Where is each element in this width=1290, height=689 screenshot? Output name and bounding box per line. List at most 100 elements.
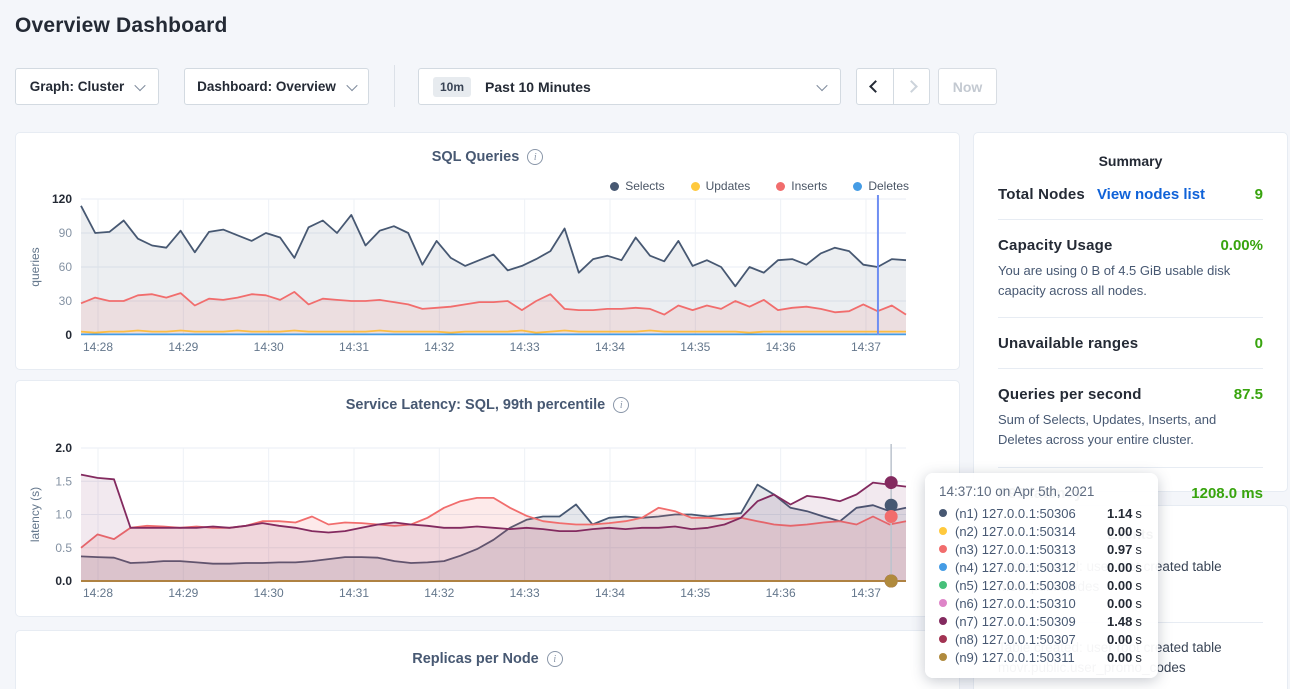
tooltip-node-unit: s [1135, 560, 1142, 575]
tooltip-node-label: (n8) 127.0.0.1:50307 [955, 632, 1107, 647]
dashboard-dropdown-label: Dashboard: Overview [197, 79, 336, 94]
now-button[interactable]: Now [938, 68, 997, 105]
y-tick-label: 0.5 [55, 541, 72, 555]
crosshair-dot [885, 575, 898, 588]
summary-label: Capacity Usage [998, 237, 1113, 254]
summary-label: Queries per second [998, 386, 1142, 403]
summary-desc: You are using 0 B of 4.5 GiB usable disk… [998, 261, 1263, 301]
tooltip-node-unit: s [1135, 614, 1142, 629]
y-tick-label: 1.0 [55, 508, 72, 522]
tooltip-node-label: (n1) 127.0.0.1:50306 [955, 506, 1107, 521]
x-tick-label: 14:31 [339, 586, 369, 600]
crosshair-dot [885, 476, 898, 489]
tooltip-node-label: (n9) 127.0.0.1:50311 [955, 650, 1107, 665]
series-color-dot [939, 653, 947, 661]
summary-panel: Summary Total Nodes View nodes list 9 Ca… [973, 132, 1288, 492]
summary-value: 87.5 [1234, 386, 1263, 403]
time-range-selector[interactable]: 10m Past 10 Minutes [418, 68, 841, 105]
summary-value: 0.00% [1220, 237, 1263, 254]
summary-row-queries-per-second: Queries per second 87.5 Sum of Selects, … [998, 369, 1263, 467]
legend-item-selects[interactable]: Selects [610, 179, 664, 193]
y-axis-label: queries [28, 247, 42, 286]
graph-dropdown[interactable]: Graph: Cluster [15, 68, 159, 105]
x-tick-label: 14:36 [766, 340, 796, 354]
tooltip-node-unit: s [1135, 506, 1142, 521]
y-tick-label: 90 [59, 226, 73, 240]
time-nav-group [856, 68, 930, 105]
x-tick-label: 14:37 [851, 340, 881, 354]
tooltip-node-value: 1.48 [1107, 614, 1132, 629]
legend-item-deletes[interactable]: Deletes [853, 179, 909, 193]
chart-title-sql-queries: SQL Queries [432, 149, 520, 165]
x-tick-label: 14:32 [424, 340, 454, 354]
x-tick-label: 14:33 [510, 586, 540, 600]
tooltip-node-label: (n2) 127.0.0.1:50314 [955, 524, 1107, 539]
legend-dot [853, 182, 862, 191]
tooltip-node-row: (n2) 127.0.0.1:503140.00s [939, 522, 1144, 540]
service-latency-panel: 0.00.51.01.52.014:2814:2914:3014:3114:32… [15, 380, 960, 617]
y-tick-label: 2.0 [55, 441, 72, 455]
chart-hover-tooltip: 14:37:10 on Apr 5th, 2021 (n1) 127.0.0.1… [925, 473, 1158, 678]
tooltip-node-row: (n5) 127.0.0.1:503080.00s [939, 576, 1144, 594]
tooltip-node-unit: s [1135, 542, 1142, 557]
tooltip-node-row: (n8) 127.0.0.1:503070.00s [939, 630, 1144, 648]
info-icon[interactable]: i [613, 397, 629, 413]
legend-dot [610, 182, 619, 191]
chevron-right-icon [905, 80, 918, 93]
legend-label: Deletes [868, 179, 909, 193]
time-prev-button[interactable] [857, 69, 893, 104]
time-next-button[interactable] [893, 69, 929, 104]
chart-title-service-latency: Service Latency: SQL, 99th percentile [346, 397, 606, 413]
tooltip-node-row: (n6) 127.0.0.1:503100.00s [939, 594, 1144, 612]
page-title: Overview Dashboard [15, 14, 228, 38]
x-tick-label: 14:34 [595, 340, 625, 354]
x-tick-label: 14:31 [339, 340, 369, 354]
info-icon[interactable]: i [527, 149, 543, 165]
controls-divider [394, 65, 395, 107]
summary-desc: Sum of Selects, Updates, Inserts, and De… [998, 410, 1263, 450]
tooltip-node-value: 0.00 [1107, 578, 1132, 593]
x-tick-label: 14:33 [510, 340, 540, 354]
tooltip-node-value: 1.14 [1107, 506, 1132, 521]
view-nodes-list-link[interactable]: View nodes list [1097, 186, 1205, 203]
legend-label: Selects [625, 179, 664, 193]
chevron-down-icon [346, 79, 357, 90]
summary-label: Total Nodes [998, 186, 1085, 203]
tooltip-node-row: (n7) 127.0.0.1:503091.48s [939, 612, 1144, 630]
series-color-dot [939, 545, 947, 553]
y-tick-label: 60 [59, 260, 73, 274]
tooltip-node-label: (n7) 127.0.0.1:50309 [955, 614, 1107, 629]
y-tick-label: 0.0 [55, 574, 72, 588]
tooltip-node-unit: s [1135, 632, 1142, 647]
time-range-badge: 10m [433, 77, 471, 97]
crosshair-dot [885, 499, 898, 512]
dashboard-dropdown[interactable]: Dashboard: Overview [184, 68, 369, 105]
summary-row-capacity-usage: Capacity Usage 0.00% You are using 0 B o… [998, 220, 1263, 318]
x-tick-label: 14:28 [83, 340, 113, 354]
legend-item-updates[interactable]: Updates [691, 179, 751, 193]
sql-queries-chart[interactable]: 030609012014:2814:2914:3014:3114:3214:33… [16, 133, 959, 369]
summary-row-unavailable-ranges: Unavailable ranges 0 [998, 318, 1263, 369]
summary-title: Summary [974, 133, 1287, 169]
tooltip-node-unit: s [1135, 650, 1142, 665]
x-tick-label: 14:30 [254, 586, 284, 600]
series-color-dot [939, 635, 947, 643]
summary-value: 0 [1255, 335, 1263, 352]
replicas-per-node-panel: Replicas per Node i [15, 630, 960, 689]
summary-row-total-nodes: Total Nodes View nodes list 9 [998, 169, 1263, 220]
service-latency-chart[interactable]: 0.00.51.01.52.014:2814:2914:3014:3114:32… [16, 381, 959, 616]
x-tick-label: 14:34 [595, 586, 625, 600]
legend-dot [776, 182, 785, 191]
series-color-dot [939, 599, 947, 607]
tooltip-node-row: (n1) 127.0.0.1:503061.14s [939, 504, 1144, 522]
chart-title-replicas-per-node: Replicas per Node [412, 651, 539, 667]
series-color-dot [939, 527, 947, 535]
tooltip-node-row: (n9) 127.0.0.1:503110.00s [939, 648, 1144, 666]
graph-dropdown-label: Graph: Cluster [30, 79, 125, 94]
info-icon[interactable]: i [547, 651, 563, 667]
legend-item-inserts[interactable]: Inserts [776, 179, 827, 193]
x-tick-label: 14:37 [851, 586, 881, 600]
y-axis-label: latency (s) [28, 487, 42, 542]
x-tick-label: 14:29 [168, 586, 198, 600]
x-tick-label: 14:36 [766, 586, 796, 600]
